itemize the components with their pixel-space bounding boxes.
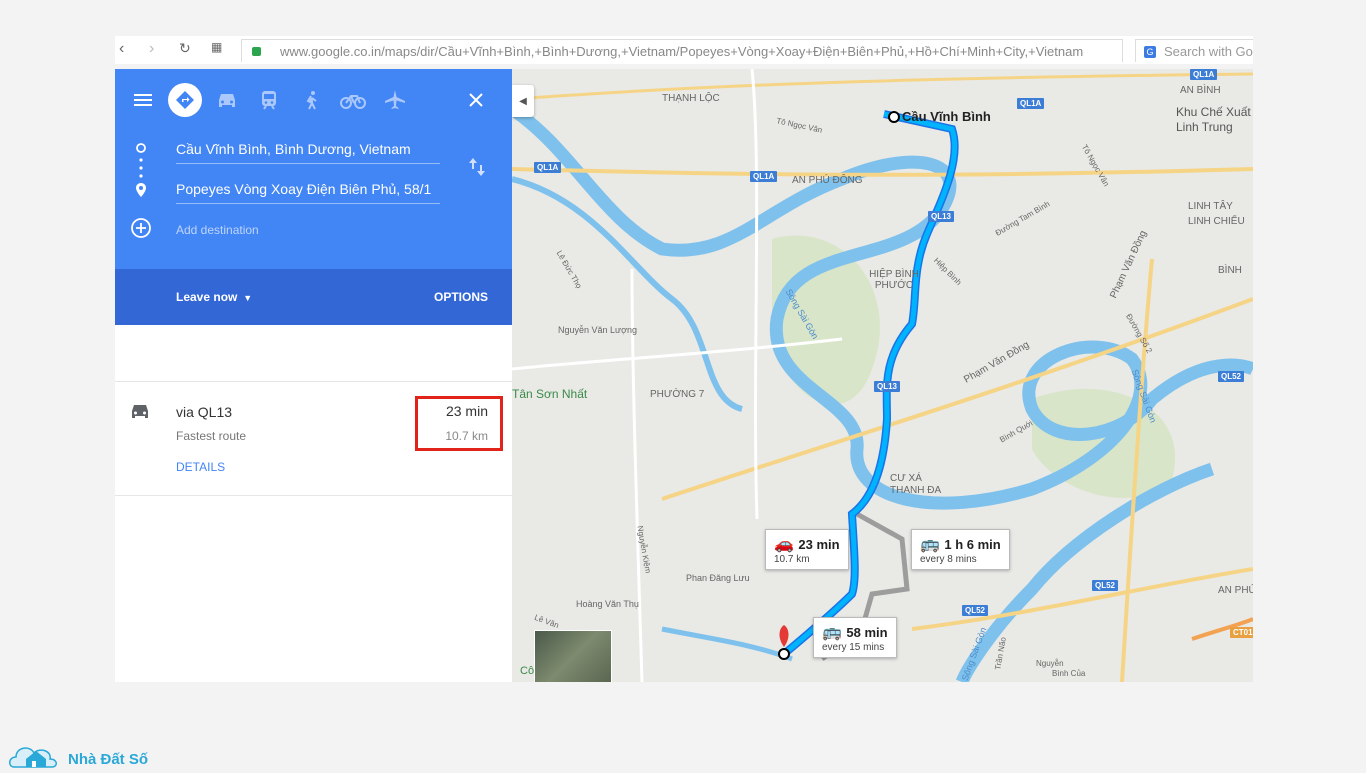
reload-icon[interactable]: ↻ bbox=[179, 40, 191, 57]
road-shield: QL1A bbox=[1190, 69, 1218, 80]
car-icon bbox=[129, 402, 151, 420]
destination-pin-icon bbox=[134, 182, 148, 198]
map-label: Tân Sơn Nhất bbox=[512, 387, 588, 401]
address-bar[interactable]: www.google.co.in/maps/dir/Cầu+Vĩnh+Bình,… bbox=[241, 39, 1123, 62]
satellite-toggle[interactable] bbox=[534, 630, 612, 682]
best-route-mode-icon[interactable] bbox=[168, 83, 202, 117]
close-icon[interactable] bbox=[459, 83, 493, 117]
map-label: BÌNH bbox=[1218, 265, 1242, 276]
search-placeholder: Search with Goo bbox=[1164, 44, 1253, 59]
transit-callout[interactable]: 🚌 1 h 6 min every 8 mins bbox=[911, 529, 1010, 570]
add-destination-field[interactable]: Add destination bbox=[176, 223, 259, 237]
road-shield: CT01 bbox=[1230, 627, 1253, 638]
options-button[interactable]: OPTIONS bbox=[434, 290, 488, 304]
map-label: AN BÌNH bbox=[1180, 85, 1221, 96]
route-distance: 10.7 km bbox=[445, 429, 488, 443]
map-label: HIỆP BÌNH PHƯỚC bbox=[869, 269, 919, 291]
map-label: THẠNH LỘC bbox=[662, 93, 720, 104]
flight-mode-icon[interactable] bbox=[378, 83, 412, 117]
map-label: AN PHÚ bbox=[1218, 585, 1253, 596]
callout-detail: 10.7 km bbox=[774, 554, 810, 565]
callout-detail: every 15 mins bbox=[822, 642, 885, 653]
road-shield: QL1A bbox=[1017, 98, 1045, 109]
details-link[interactable]: DETAILS bbox=[176, 460, 225, 474]
origin-field[interactable]: Cầu Vĩnh Bình, Bình Dương, Vietnam bbox=[176, 141, 440, 164]
map-label: Cô bbox=[520, 665, 535, 677]
map-label: AN PHÚ ĐÔNG bbox=[792, 175, 863, 186]
apps-icon[interactable]: ▦ bbox=[211, 40, 222, 54]
route-dots-icon bbox=[138, 157, 144, 179]
url-text: www.google.co.in/maps/dir/Cầu+Vĩnh+Bình,… bbox=[280, 44, 1084, 59]
road-shield: QL52 bbox=[962, 605, 989, 616]
bus-icon: 🚌 bbox=[920, 536, 940, 553]
map-label: Bình Của bbox=[1052, 669, 1086, 678]
route-time: 23 min bbox=[445, 403, 488, 419]
directions-panel: Cầu Vĩnh Bình, Bình Dương, Vietnam Popey… bbox=[115, 69, 512, 682]
callout-time: 23 min bbox=[798, 537, 840, 552]
map-label: Nguyễn bbox=[1036, 659, 1064, 668]
road-shield: QL13 bbox=[874, 381, 901, 392]
driving-callout[interactable]: 🚗 23 min 10.7 km bbox=[765, 529, 849, 570]
map-label: PHƯỜNG 7 bbox=[650, 389, 705, 400]
add-destination-icon[interactable] bbox=[130, 217, 152, 239]
map-label: LINH TÂY bbox=[1188, 201, 1233, 212]
transit-callout[interactable]: 🚌 58 min every 15 mins bbox=[813, 617, 897, 658]
dropdown-arrow-icon: ▼ bbox=[240, 293, 253, 303]
map-label: Hoàng Văn Thụ bbox=[576, 599, 639, 609]
start-label: Cầu Vĩnh Bình bbox=[902, 109, 991, 124]
leave-now-label: Leave now bbox=[176, 290, 238, 304]
map-canvas[interactable]: ◀ Cầu Vĩnh Bình THẠNH LỘC Tô Ngọc Vân AN… bbox=[512, 69, 1253, 682]
route-via: via QL13 bbox=[176, 404, 233, 420]
forward-icon[interactable]: › bbox=[149, 40, 154, 58]
map-label: Phan Đăng Lưu bbox=[686, 573, 750, 583]
transit-mode-icon[interactable] bbox=[252, 83, 286, 117]
browser-toolbar: ‹ › ↻ ▦ www.google.co.in/maps/dir/Cầu+Vĩ… bbox=[115, 36, 1253, 64]
car-icon: 🚗 bbox=[774, 536, 794, 553]
google-icon: G bbox=[1144, 46, 1156, 58]
road-shield: QL1A bbox=[534, 162, 562, 173]
lock-icon bbox=[252, 47, 261, 56]
destination-field[interactable]: Popeyes Vòng Xoay Điện Biên Phủ, 58/1 bbox=[176, 181, 440, 204]
leave-now-dropdown[interactable]: Leave now ▼ bbox=[176, 290, 252, 304]
cycling-mode-icon[interactable] bbox=[336, 83, 370, 117]
driving-mode-icon[interactable] bbox=[210, 83, 244, 117]
walking-mode-icon[interactable] bbox=[294, 83, 328, 117]
menu-icon[interactable] bbox=[127, 83, 161, 117]
origin-circle-icon bbox=[135, 142, 147, 154]
road-shield: QL1A bbox=[750, 171, 778, 182]
back-icon[interactable]: ‹ bbox=[119, 40, 124, 58]
swap-icon[interactable] bbox=[465, 155, 489, 179]
browser-search-box[interactable]: G Search with Goo bbox=[1135, 39, 1253, 62]
route-subtitle: Fastest route bbox=[176, 429, 247, 443]
map-label: Nguyễn Văn Lượng bbox=[558, 325, 637, 335]
callout-detail: every 8 mins bbox=[920, 554, 977, 565]
house-cloud-icon bbox=[9, 747, 57, 768]
road-shield: QL13 bbox=[928, 211, 955, 222]
directions-header: Cầu Vĩnh Bình, Bình Dương, Vietnam Popey… bbox=[115, 69, 512, 269]
callout-time: 58 min bbox=[846, 625, 888, 640]
map-label: LINH CHIỂU bbox=[1188, 216, 1245, 227]
road-shield: QL52 bbox=[1092, 580, 1119, 591]
bus-icon: 🚌 bbox=[822, 624, 842, 641]
route-option[interactable]: via QL13 Fastest route DETAILS 23 min 10… bbox=[115, 381, 512, 496]
map-label: CƯ XÁ THANH ĐA bbox=[890, 473, 942, 496]
map-label: Khu Chế Xuất Linh Trung bbox=[1176, 105, 1251, 134]
road-shield: QL52 bbox=[1218, 371, 1245, 382]
callout-time: 1 h 6 min bbox=[944, 537, 1001, 552]
collapse-panel-button[interactable]: ◀ bbox=[512, 85, 534, 117]
logo-text: Nhà Đất Số bbox=[68, 751, 149, 768]
watermark-logo: Nhà Đất Số bbox=[8, 733, 158, 768]
